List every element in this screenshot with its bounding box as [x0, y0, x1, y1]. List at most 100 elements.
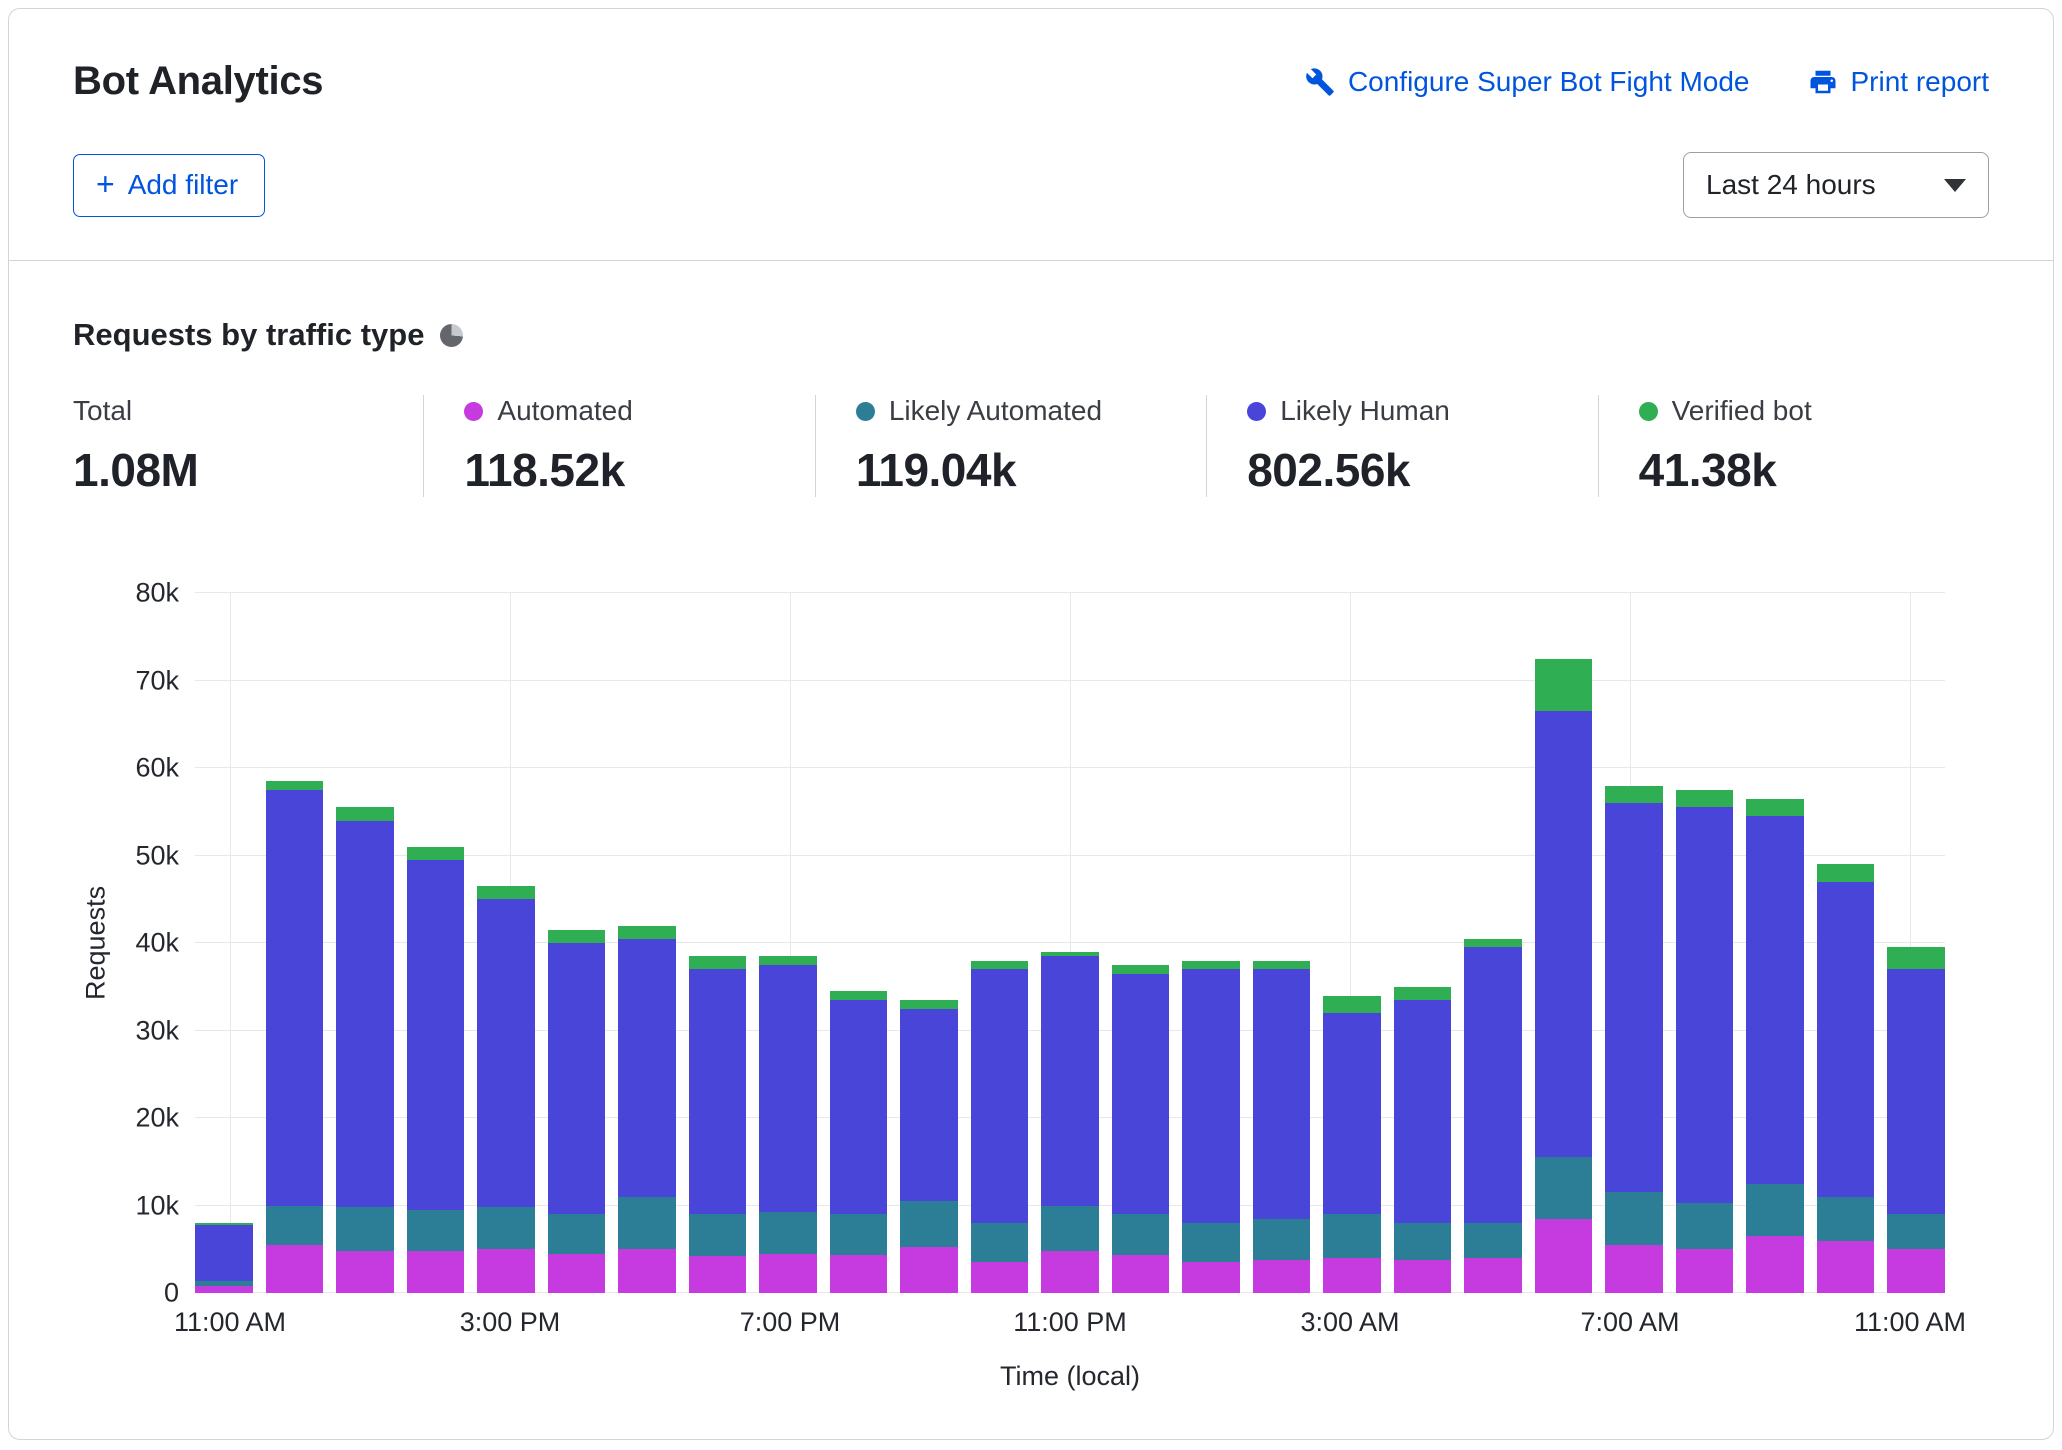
- segment-likely-automated: [548, 1214, 606, 1253]
- y-tick-label: 30k: [135, 1015, 179, 1046]
- x-tick-label: 3:00 AM: [1300, 1307, 1399, 1338]
- stacked-bar-hour-7[interactable]: [689, 593, 747, 1293]
- time-range-select[interactable]: Last 24 hours: [1683, 152, 1989, 218]
- segment-verified-bot: [1253, 961, 1311, 970]
- stat-verified-bot[interactable]: Verified bot 41.38k: [1598, 395, 1989, 497]
- segment-likely-human: [1041, 956, 1099, 1205]
- segment-likely-human: [1746, 816, 1804, 1184]
- segment-likely-human: [689, 969, 747, 1214]
- segment-likely-human: [900, 1009, 958, 1202]
- stacked-bar-hour-23[interactable]: [1817, 593, 1875, 1293]
- segment-likely-automated: [1817, 1197, 1875, 1241]
- stacked-bar-hour-14[interactable]: [1182, 593, 1240, 1293]
- x-tick-label: 11:00 PM: [1013, 1307, 1127, 1338]
- y-tick-label: 10k: [135, 1190, 179, 1221]
- stat-likely-human[interactable]: Likely Human 802.56k: [1206, 395, 1597, 497]
- segment-automated: [1676, 1249, 1734, 1293]
- stat-automated[interactable]: Automated 118.52k: [423, 395, 814, 497]
- segment-automated: [1394, 1260, 1452, 1293]
- stacked-bar-hour-18[interactable]: [1464, 593, 1522, 1293]
- segment-likely-automated: [336, 1207, 394, 1251]
- segment-likely-human: [1676, 807, 1734, 1203]
- stacked-bar-hour-1[interactable]: [266, 593, 324, 1293]
- segment-automated: [1887, 1249, 1945, 1293]
- segment-verified-bot: [548, 930, 606, 943]
- stacked-bar-hour-9[interactable]: [830, 593, 888, 1293]
- segment-likely-human: [477, 899, 535, 1207]
- stacked-bar-hour-12[interactable]: [1041, 593, 1099, 1293]
- segment-automated: [1182, 1262, 1240, 1293]
- stat-total-label: Total: [73, 395, 132, 427]
- segment-verified-bot: [971, 961, 1029, 970]
- segment-automated: [971, 1262, 1029, 1293]
- segment-automated: [759, 1254, 817, 1293]
- segment-verified-bot: [336, 807, 394, 820]
- stat-likely-automated-value: 119.04k: [856, 443, 1182, 497]
- segment-automated: [266, 1245, 324, 1293]
- stacked-bar-hour-24[interactable]: [1887, 593, 1945, 1293]
- stat-verified-bot-label: Verified bot: [1672, 395, 1812, 427]
- page-title: Bot Analytics: [73, 59, 323, 104]
- stacked-bar-hour-15[interactable]: [1253, 593, 1311, 1293]
- stacked-bar-hour-13[interactable]: [1112, 593, 1170, 1293]
- stat-total[interactable]: Total 1.08M: [73, 395, 423, 497]
- stacked-bar-hour-6[interactable]: [618, 593, 676, 1293]
- segment-verified-bot: [1112, 965, 1170, 974]
- segment-automated: [1746, 1236, 1804, 1293]
- x-tick-label: 11:00 AM: [174, 1307, 286, 1338]
- printer-icon: [1808, 67, 1838, 97]
- segment-likely-human: [1605, 803, 1663, 1192]
- stacked-bar-hour-19[interactable]: [1535, 593, 1593, 1293]
- segment-verified-bot: [1394, 987, 1452, 1000]
- segment-likely-human: [1394, 1000, 1452, 1223]
- segment-likely-automated: [830, 1214, 888, 1255]
- stacked-bar-hour-11[interactable]: [971, 593, 1029, 1293]
- segment-likely-automated: [1394, 1223, 1452, 1260]
- segment-likely-automated: [1182, 1223, 1240, 1262]
- segment-likely-automated: [1746, 1184, 1804, 1237]
- segment-verified-bot: [407, 847, 465, 860]
- stacked-bar-hour-21[interactable]: [1676, 593, 1734, 1293]
- stacked-bar-hour-4[interactable]: [477, 593, 535, 1293]
- segment-verified-bot: [266, 781, 324, 790]
- wrench-icon: [1305, 67, 1335, 97]
- stacked-bar-hour-5[interactable]: [548, 593, 606, 1293]
- plot-area: [195, 593, 1945, 1293]
- segment-likely-automated: [689, 1214, 747, 1256]
- x-axis-ticks: 11:00 AM3:00 PM7:00 PM11:00 PM3:00 AM7:0…: [195, 1307, 1945, 1351]
- add-filter-button[interactable]: + Add filter: [73, 154, 265, 217]
- y-tick-label: 70k: [135, 665, 179, 696]
- segment-verified-bot: [1605, 786, 1663, 804]
- segment-likely-automated: [1676, 1203, 1734, 1249]
- stacked-bar-hour-17[interactable]: [1394, 593, 1452, 1293]
- stacked-bar-hour-16[interactable]: [1323, 593, 1381, 1293]
- segment-verified-bot: [1817, 864, 1875, 882]
- stacked-bar-hour-22[interactable]: [1746, 593, 1804, 1293]
- stat-likely-automated[interactable]: Likely Automated 119.04k: [815, 395, 1206, 497]
- stacked-bar-hour-0[interactable]: [195, 593, 253, 1293]
- stacked-bar-hour-8[interactable]: [759, 593, 817, 1293]
- x-tick-label: 7:00 AM: [1580, 1307, 1679, 1338]
- stacked-bar-hour-10[interactable]: [900, 593, 958, 1293]
- stat-automated-label: Automated: [497, 395, 632, 427]
- y-axis-title: Requests: [73, 593, 119, 1293]
- segment-likely-human: [830, 1000, 888, 1214]
- stacked-bar-hour-2[interactable]: [336, 593, 394, 1293]
- segment-automated: [1817, 1241, 1875, 1294]
- segment-automated: [336, 1251, 394, 1293]
- stacked-bar-hour-20[interactable]: [1605, 593, 1663, 1293]
- stat-likely-automated-label: Likely Automated: [889, 395, 1102, 427]
- configure-super-bot-fight-mode-link[interactable]: Configure Super Bot Fight Mode: [1305, 66, 1750, 98]
- add-filter-label: Add filter: [128, 169, 239, 201]
- segment-automated: [548, 1254, 606, 1293]
- segment-verified-bot: [900, 1000, 958, 1009]
- print-report-link[interactable]: Print report: [1808, 66, 1990, 98]
- stat-total-value: 1.08M: [73, 443, 399, 497]
- x-tick-label: 3:00 PM: [460, 1307, 561, 1338]
- y-axis-ticks: 010k20k30k40k50k60k70k80k: [119, 593, 195, 1293]
- stat-likely-human-value: 802.56k: [1247, 443, 1573, 497]
- stacked-bar-hour-3[interactable]: [407, 593, 465, 1293]
- segment-automated: [1464, 1258, 1522, 1293]
- verified-bot-color-dot: [1639, 402, 1658, 421]
- segment-automated: [1041, 1251, 1099, 1293]
